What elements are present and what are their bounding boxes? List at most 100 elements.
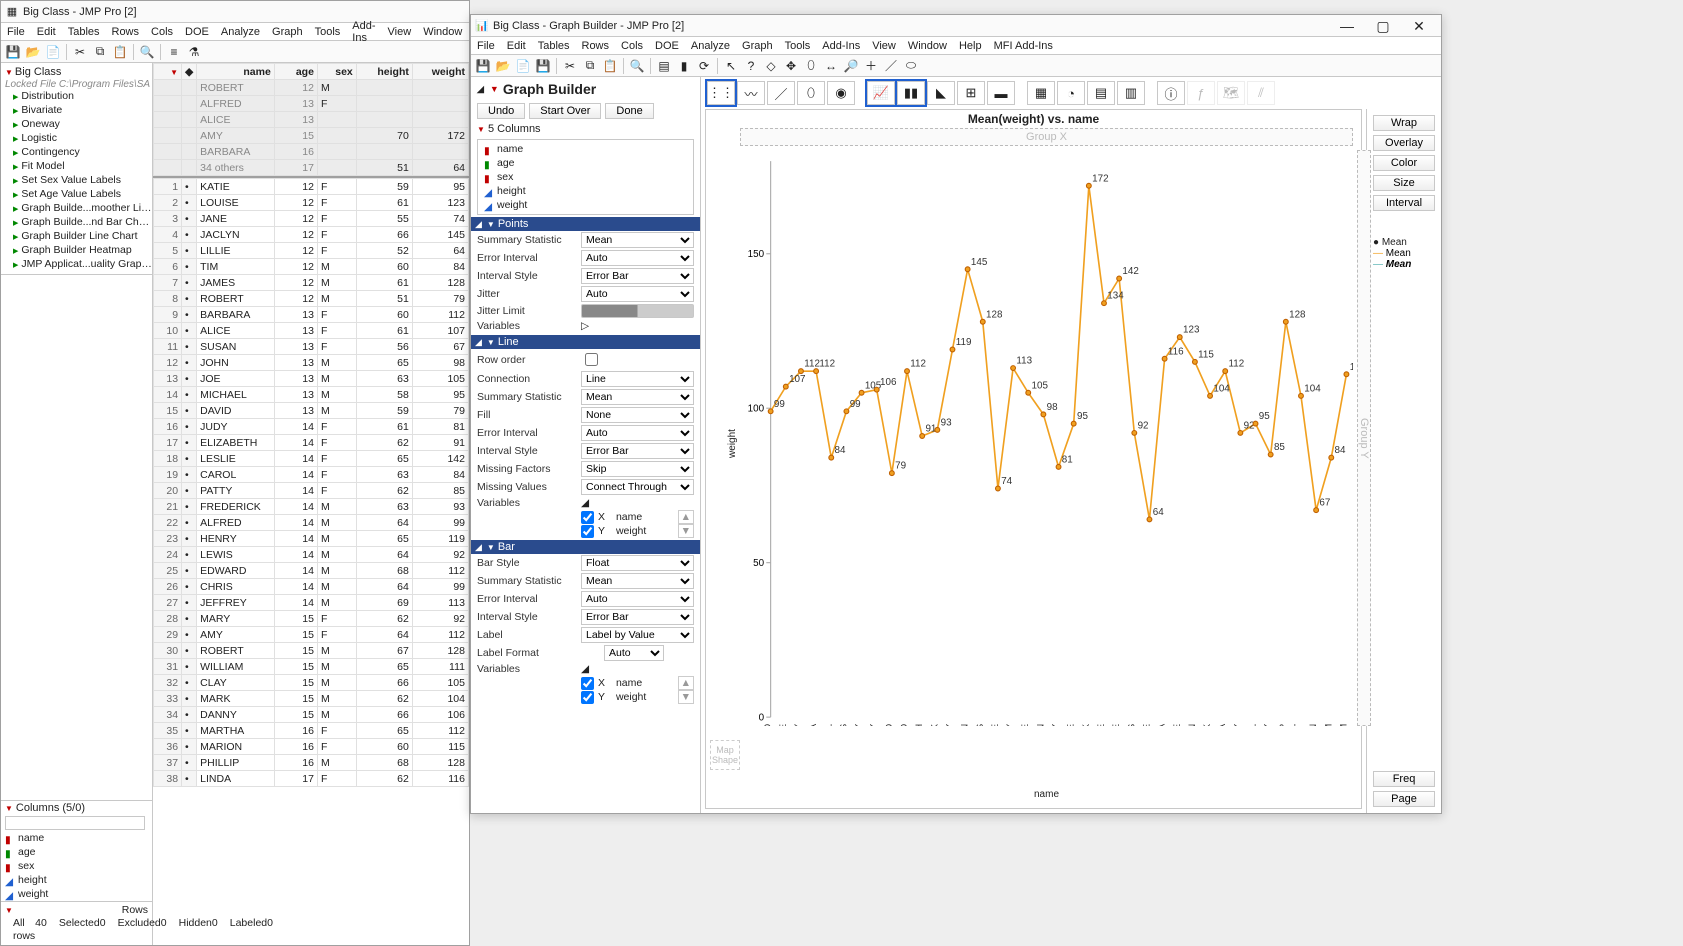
script-item[interactable]: Set Age Value Labels — [1, 188, 152, 202]
elem-heatmap-icon[interactable]: ▦ — [1027, 81, 1055, 105]
brush-icon[interactable]: ◇ — [762, 57, 780, 75]
column-item[interactable]: ▮sex — [1, 859, 152, 873]
column-item[interactable]: ◢height — [480, 184, 691, 198]
pinned-row[interactable]: ROBERT12M — [154, 80, 469, 96]
l-conn-select[interactable]: Line — [581, 371, 694, 387]
size-button[interactable]: Size — [1373, 175, 1435, 191]
graph-builder-title[interactable]: Graph Builder — [503, 81, 596, 97]
menu-edit[interactable]: Edit — [37, 26, 56, 38]
l-errint-select[interactable]: Auto — [581, 425, 694, 441]
tree-title[interactable]: Big Class — [15, 66, 61, 78]
menu-cols[interactable]: Cols — [151, 26, 173, 38]
menu-doe[interactable]: DOE — [185, 26, 209, 38]
page-button[interactable]: Page — [1373, 791, 1435, 807]
menu-doe[interactable]: DOE — [655, 40, 679, 52]
menu-edit[interactable]: Edit — [507, 40, 526, 52]
l-x-up-icon[interactable]: ▲ — [678, 510, 694, 524]
dropzone-group-x[interactable]: Group X — [740, 128, 1353, 146]
l-missf-select[interactable]: Skip — [581, 461, 694, 477]
menu-cols[interactable]: Cols — [621, 40, 643, 52]
col-height[interactable]: height — [356, 64, 412, 80]
elem-smoother-icon[interactable]: 〰 — [737, 81, 765, 105]
table-row[interactable]: 37•PHILLIP16M68128 — [154, 755, 469, 771]
dropzone-group-y[interactable]: Group Y — [1357, 150, 1371, 726]
scroll-icon[interactable]: ↔ — [822, 57, 840, 75]
table-row[interactable]: 9•BARBARA13F60112 — [154, 307, 469, 323]
b-y-check[interactable] — [581, 691, 594, 704]
rowstate-header[interactable]: ◆ — [182, 64, 197, 80]
table-row[interactable]: 29•AMY15F64112 — [154, 627, 469, 643]
menu-add-ins[interactable]: Add-Ins — [822, 40, 860, 52]
undo-button[interactable]: Undo — [477, 103, 525, 119]
column-item[interactable]: ▮sex — [480, 170, 691, 184]
script-item[interactable]: Logistic — [1, 132, 152, 146]
table-row[interactable]: 5•LILLIE12F5264 — [154, 243, 469, 259]
table-row[interactable]: 7•JAMES12M61128 — [154, 275, 469, 291]
script-item[interactable]: Graph Builde...nd Bar Charts — [1, 216, 152, 230]
menu-add-ins[interactable]: Add-Ins — [352, 20, 375, 44]
table-row[interactable]: 23•HENRY14M65119 — [154, 531, 469, 547]
elem-pie-icon[interactable]: ◔ — [1057, 81, 1085, 105]
search-icon[interactable]: 🔍 — [138, 43, 156, 61]
l-missv-select[interactable]: Connect Through — [581, 479, 694, 495]
table-row[interactable]: 4•JACLYN12F66145 — [154, 227, 469, 243]
elem-caption-icon[interactable]: ⓘ — [1157, 81, 1185, 105]
table-row[interactable]: 6•TIM12M6084 — [154, 259, 469, 275]
gw-save-icon[interactable]: 💾 — [474, 57, 492, 75]
gw-save2-icon[interactable]: 💾 — [534, 57, 552, 75]
menu-file[interactable]: File — [477, 40, 495, 52]
script-item[interactable]: Oneway — [1, 118, 152, 132]
zoom-icon[interactable]: 🔍 — [628, 57, 646, 75]
table-row[interactable]: 1•KATIE12F5995 — [154, 179, 469, 195]
menu-help[interactable]: Help — [959, 40, 982, 52]
table-row[interactable]: 2•LOUISE12F61123 — [154, 195, 469, 211]
elem-line-icon[interactable]: 📈 — [867, 81, 895, 105]
overlay-button[interactable]: Overlay — [1373, 135, 1435, 151]
table-row[interactable]: 11•SUSAN13F5667 — [154, 339, 469, 355]
elem-map-icon[interactable]: 🗺 — [1217, 81, 1245, 105]
menu-mfiadd-ins[interactable]: MFI Add-Ins — [994, 40, 1053, 52]
menu-rows[interactable]: Rows — [582, 40, 610, 52]
local-filter-icon[interactable]: ▮ — [675, 57, 693, 75]
freq-button[interactable]: Freq — [1373, 771, 1435, 787]
interval-button[interactable]: Interval — [1373, 195, 1435, 211]
line-section[interactable]: Line — [498, 336, 519, 348]
l-vars-expand-icon[interactable]: ◢ — [581, 497, 589, 509]
rows-header[interactable]: Rows — [122, 904, 148, 917]
script-item[interactable]: Graph Builder Heatmap — [1, 244, 152, 258]
menu-tools[interactable]: Tools — [315, 26, 341, 38]
table-row[interactable]: 28•MARY15F6292 — [154, 611, 469, 627]
col-sex[interactable]: sex — [317, 64, 356, 80]
table-row[interactable]: 19•CAROL14F6384 — [154, 467, 469, 483]
script-item[interactable]: JMP Applicat...uality Graphs — [1, 258, 152, 272]
menu-window[interactable]: Window — [423, 26, 462, 38]
elem-parallel-icon[interactable]: ⫽ — [1247, 81, 1275, 105]
b-y-down-icon[interactable]: ▼ — [678, 690, 694, 704]
col-selector-header[interactable]: 5 Columns — [488, 123, 541, 135]
script-item[interactable]: Bivariate — [1, 104, 152, 118]
p-vars-expand-icon[interactable]: ▷ — [581, 320, 589, 332]
gw-paste-icon[interactable]: 📋 — [601, 57, 619, 75]
columns-header[interactable]: Columns (5/0) — [16, 802, 85, 814]
rownum-header[interactable]: ▼ — [154, 64, 182, 80]
p-jitterlim-slider[interactable] — [581, 304, 694, 318]
menu-file[interactable]: File — [7, 26, 25, 38]
elem-box-icon[interactable]: ⊞ — [957, 81, 985, 105]
elem-hist-icon[interactable]: ▬ — [987, 81, 1015, 105]
maximize-button[interactable]: ▢ — [1365, 16, 1401, 36]
menu-analyze[interactable]: Analyze — [691, 40, 730, 52]
p-intsty-select[interactable]: Error Bar — [581, 268, 694, 284]
b-label-select[interactable]: Label by Value — [581, 627, 694, 643]
start-over-button[interactable]: Start Over — [529, 103, 601, 119]
dropzone-map-shape[interactable]: Map Shape — [710, 740, 740, 770]
b-vars-expand-icon[interactable]: ◢ — [581, 663, 589, 675]
column-item[interactable]: ▮age — [1, 845, 152, 859]
table-row[interactable]: 26•CHRIS14M6499 — [154, 579, 469, 595]
save-icon[interactable]: 💾 — [4, 43, 22, 61]
b-errint-select[interactable]: Auto — [581, 591, 694, 607]
wrap-button[interactable]: Wrap — [1373, 115, 1435, 131]
table-row[interactable]: 12•JOHN13M6598 — [154, 355, 469, 371]
script-item[interactable]: Contingency — [1, 146, 152, 160]
table-row[interactable]: 24•LEWIS14M6492 — [154, 547, 469, 563]
script-item[interactable]: Fit Model — [1, 160, 152, 174]
